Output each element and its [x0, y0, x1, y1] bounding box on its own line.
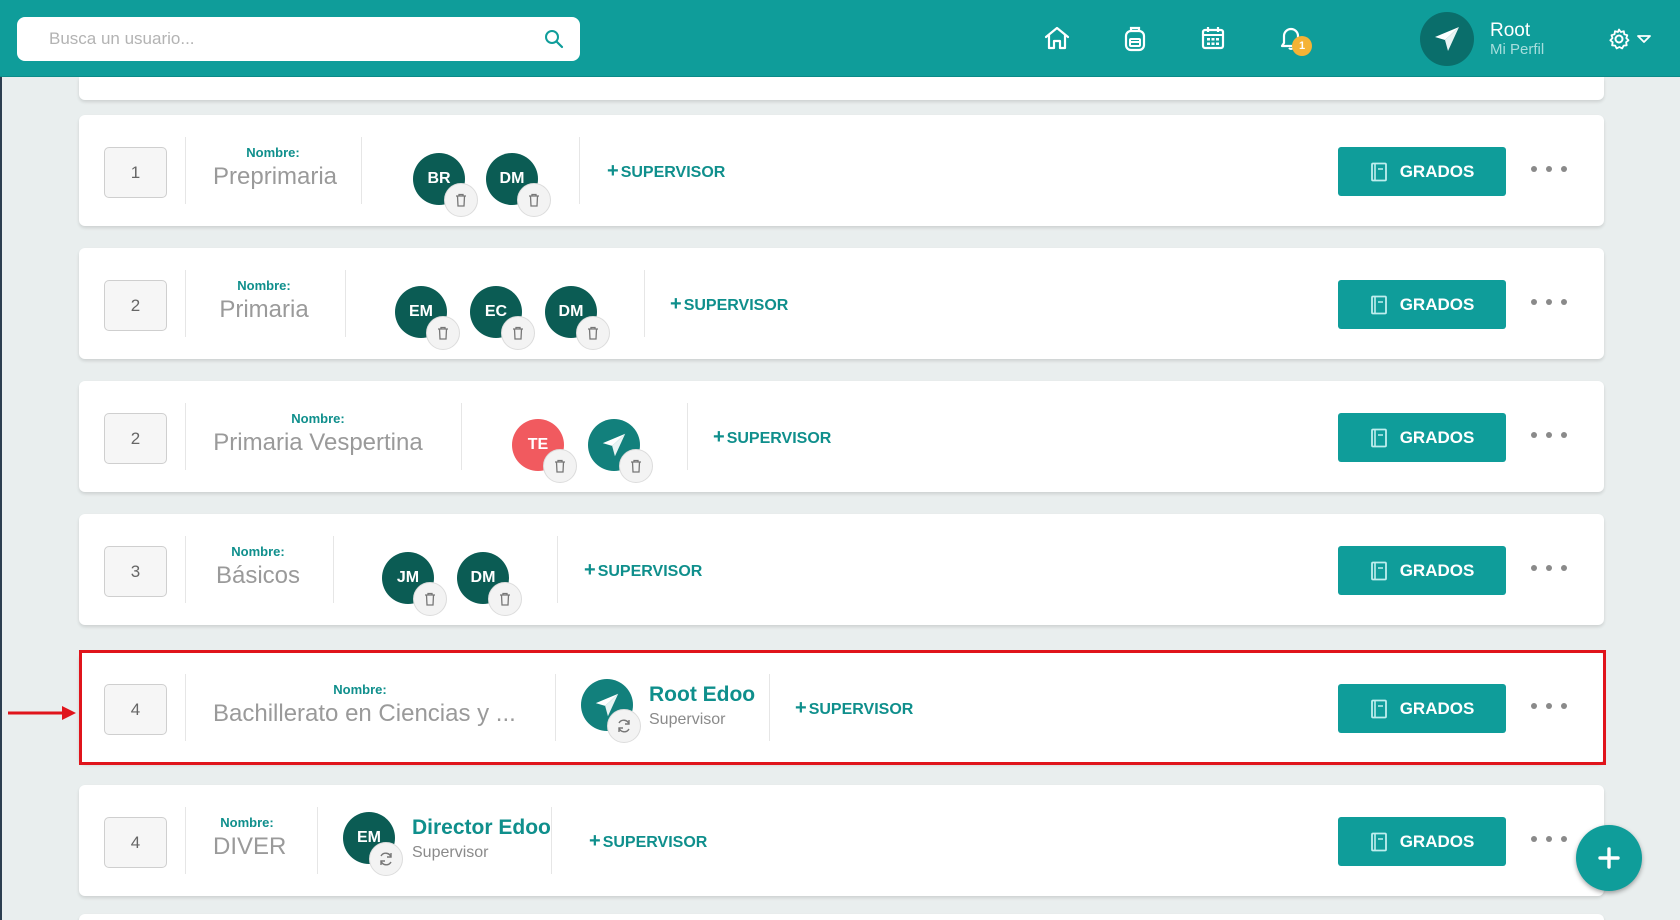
trash-icon[interactable]: [543, 449, 577, 483]
book-icon: [1370, 295, 1388, 315]
sync-icon[interactable]: [607, 709, 641, 743]
trash-icon[interactable]: [488, 582, 522, 616]
add-supervisor-button[interactable]: + SUPERVISOR: [670, 293, 788, 316]
level-card: 4 Nombre: DIVER EM Director Edoo Supervi…: [79, 785, 1604, 896]
book-icon: [1370, 561, 1388, 581]
more-icon[interactable]: [1531, 827, 1567, 851]
search-input[interactable]: [17, 17, 534, 61]
name-label: Nombre:: [333, 682, 387, 697]
add-supervisor-button[interactable]: + SUPERVISOR: [584, 559, 702, 582]
level-name-block: Nombre: DIVER: [213, 815, 287, 863]
name-label: Nombre:: [220, 815, 274, 830]
book-icon: [1370, 428, 1388, 448]
settings-menu[interactable]: [1606, 22, 1652, 56]
grados-button[interactable]: GRADOS: [1338, 280, 1506, 329]
sync-icon[interactable]: [369, 842, 403, 876]
order-field[interactable]: 4: [104, 817, 167, 868]
level-name-block: Nombre: Básicos: [213, 544, 303, 592]
more-icon[interactable]: [1531, 157, 1567, 181]
arrow-icon: [8, 706, 76, 720]
grados-button[interactable]: GRADOS: [1338, 817, 1506, 866]
level-card: 2 Nombre: Primaria Vespertina TE + SUPERV…: [79, 381, 1604, 492]
order-field[interactable]: 1: [104, 147, 167, 198]
name-label: Nombre:: [246, 145, 300, 160]
grados-button[interactable]: GRADOS: [1338, 684, 1506, 733]
add-supervisor-button[interactable]: + SUPERVISOR: [795, 697, 913, 720]
search-box: [17, 17, 580, 61]
trash-icon[interactable]: [517, 183, 551, 217]
backpack-icon[interactable]: [1117, 20, 1153, 56]
gear-icon: [1609, 28, 1630, 50]
trash-icon[interactable]: [619, 449, 653, 483]
trash-icon[interactable]: [413, 582, 447, 616]
level-card: 1 Nombre: Preprimaria BR DM + SUPERVISOR …: [79, 115, 1604, 226]
level-card-partial: [79, 914, 1604, 920]
level-card: 3 Nombre: Básicos JM DM + SUPERVISOR GRAD…: [79, 514, 1604, 625]
add-level-button[interactable]: [1576, 825, 1642, 891]
chevron-down-icon: [1637, 35, 1651, 43]
left-edge: [0, 77, 2, 920]
supervisor-name[interactable]: Director Edoo: [412, 816, 551, 840]
paper-plane-icon: [1435, 27, 1459, 51]
supervisor-role: Supervisor: [412, 844, 489, 861]
add-supervisor-button[interactable]: + SUPERVISOR: [607, 160, 725, 183]
more-icon[interactable]: [1531, 694, 1567, 718]
trash-icon[interactable]: [444, 183, 478, 217]
level-name: Bachillerato en Ciencias y ...: [213, 700, 516, 727]
supervisor-name[interactable]: Root Edoo: [649, 683, 755, 707]
search-icon[interactable]: [534, 19, 574, 59]
notification-badge: 1: [1292, 36, 1312, 56]
order-field[interactable]: 3: [104, 546, 167, 597]
more-icon[interactable]: [1531, 556, 1567, 580]
grados-button[interactable]: GRADOS: [1338, 147, 1506, 196]
plus-icon: [1598, 847, 1620, 869]
level-card: 4 Nombre: Bachillerato en Ciencias y ...…: [79, 652, 1604, 763]
grados-button[interactable]: GRADOS: [1338, 546, 1506, 595]
level-name: Preprimaria: [213, 163, 338, 190]
level-name-block: Nombre: Preprimaria: [213, 145, 338, 193]
book-icon: [1370, 832, 1388, 852]
more-icon[interactable]: [1531, 290, 1567, 314]
name-label: Nombre:: [231, 544, 285, 559]
order-field[interactable]: 2: [104, 413, 167, 464]
level-name-block: Nombre: Primaria: [213, 278, 315, 326]
grados-button[interactable]: GRADOS: [1338, 413, 1506, 462]
name-label: Nombre:: [291, 411, 345, 426]
bell-icon[interactable]: 1: [1273, 20, 1312, 56]
add-supervisor-button[interactable]: + SUPERVISOR: [713, 426, 831, 449]
level-card-partial: [79, 77, 1604, 100]
level-name-block: Nombre: Bachillerato en Ciencias y ...: [213, 682, 516, 730]
profile-subtitle: Mi Perfil: [1490, 40, 1545, 58]
profile-name: Root: [1490, 19, 1531, 41]
level-name: DIVER: [213, 833, 287, 860]
book-icon: [1370, 162, 1388, 182]
name-label: Nombre:: [237, 278, 291, 293]
profile-menu[interactable]: Root Mi Perfil: [1420, 12, 1545, 66]
trash-icon[interactable]: [501, 316, 535, 350]
calendar-icon[interactable]: [1195, 20, 1231, 56]
level-name: Primaria Vespertina: [213, 429, 423, 456]
more-icon[interactable]: [1531, 423, 1567, 447]
supervisor-role: Supervisor: [649, 711, 726, 728]
add-supervisor-button[interactable]: + SUPERVISOR: [589, 830, 707, 853]
order-field[interactable]: 2: [104, 280, 167, 331]
book-icon: [1370, 699, 1388, 719]
level-card: 2 Nombre: Primaria EM EC DM + SUPERVISOR …: [79, 248, 1604, 359]
avatar: [1420, 12, 1474, 66]
level-name: Básicos: [215, 562, 301, 589]
trash-icon[interactable]: [426, 316, 460, 350]
order-field[interactable]: 4: [104, 684, 167, 735]
trash-icon[interactable]: [576, 316, 610, 350]
top-bar: 1 Root Mi Perfil: [0, 0, 1680, 77]
home-icon[interactable]: [1039, 20, 1075, 56]
level-name-block: Nombre: Primaria Vespertina: [213, 411, 423, 459]
level-name: Primaria: [219, 296, 309, 323]
